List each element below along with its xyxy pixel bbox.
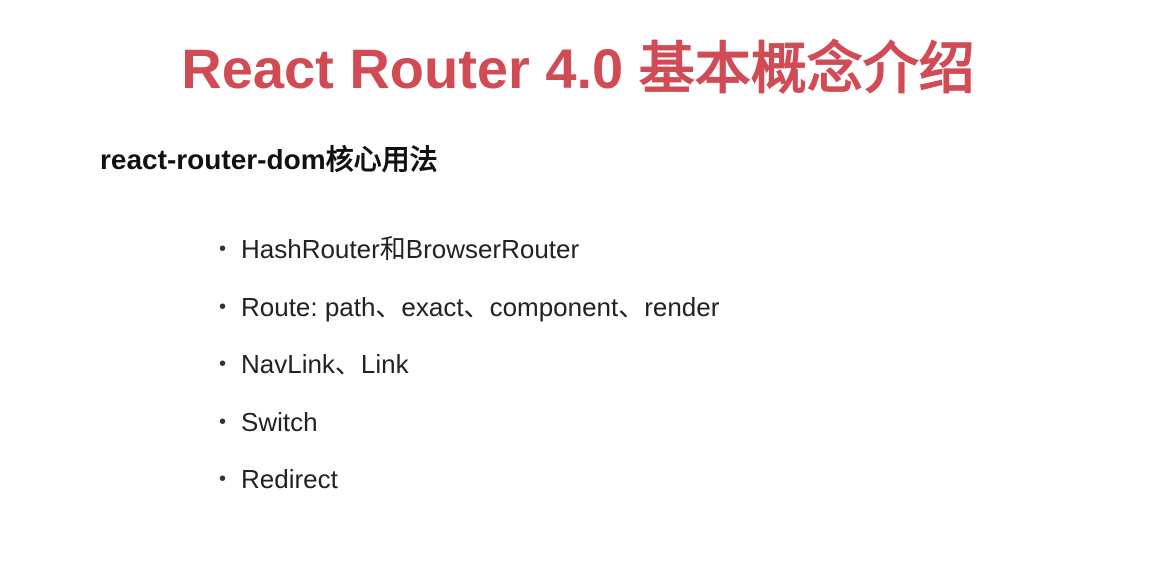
slide: React Router 4.0 基本概念介绍 react-router-dom… — [0, 0, 1156, 565]
bullet-list: • HashRouter和BrowserRouter • Route: path… — [219, 227, 719, 515]
bullet-text: Redirect — [241, 464, 338, 494]
bullet-marker: • — [219, 410, 227, 433]
bullet-marker: • — [219, 238, 227, 260]
section-heading: react-router-dom核心用法 — [100, 144, 438, 175]
bullet-item-hashrouter-browserrouter: • HashRouter和BrowserRouter — [219, 227, 719, 271]
bullet-item-switch: • Switch — [219, 400, 719, 444]
bullet-marker: • — [219, 353, 227, 375]
bullet-marker: • — [219, 468, 227, 490]
bullet-item-redirect: • Redirect — [219, 457, 719, 501]
slide-title: React Router 4.0 基本概念介绍 — [181, 37, 975, 100]
bullet-text: HashRouter和BrowserRouter — [241, 234, 580, 264]
bullet-marker: • — [219, 295, 227, 318]
bullet-item-route: • Route: path、exact、component、render — [219, 285, 719, 329]
bullet-text: NavLink、Link — [241, 349, 409, 379]
bullet-text: Switch — [241, 406, 318, 437]
bullet-text: Route: path、exact、component、render — [241, 291, 720, 322]
bullet-item-navlink-link: • NavLink、Link — [219, 342, 719, 386]
